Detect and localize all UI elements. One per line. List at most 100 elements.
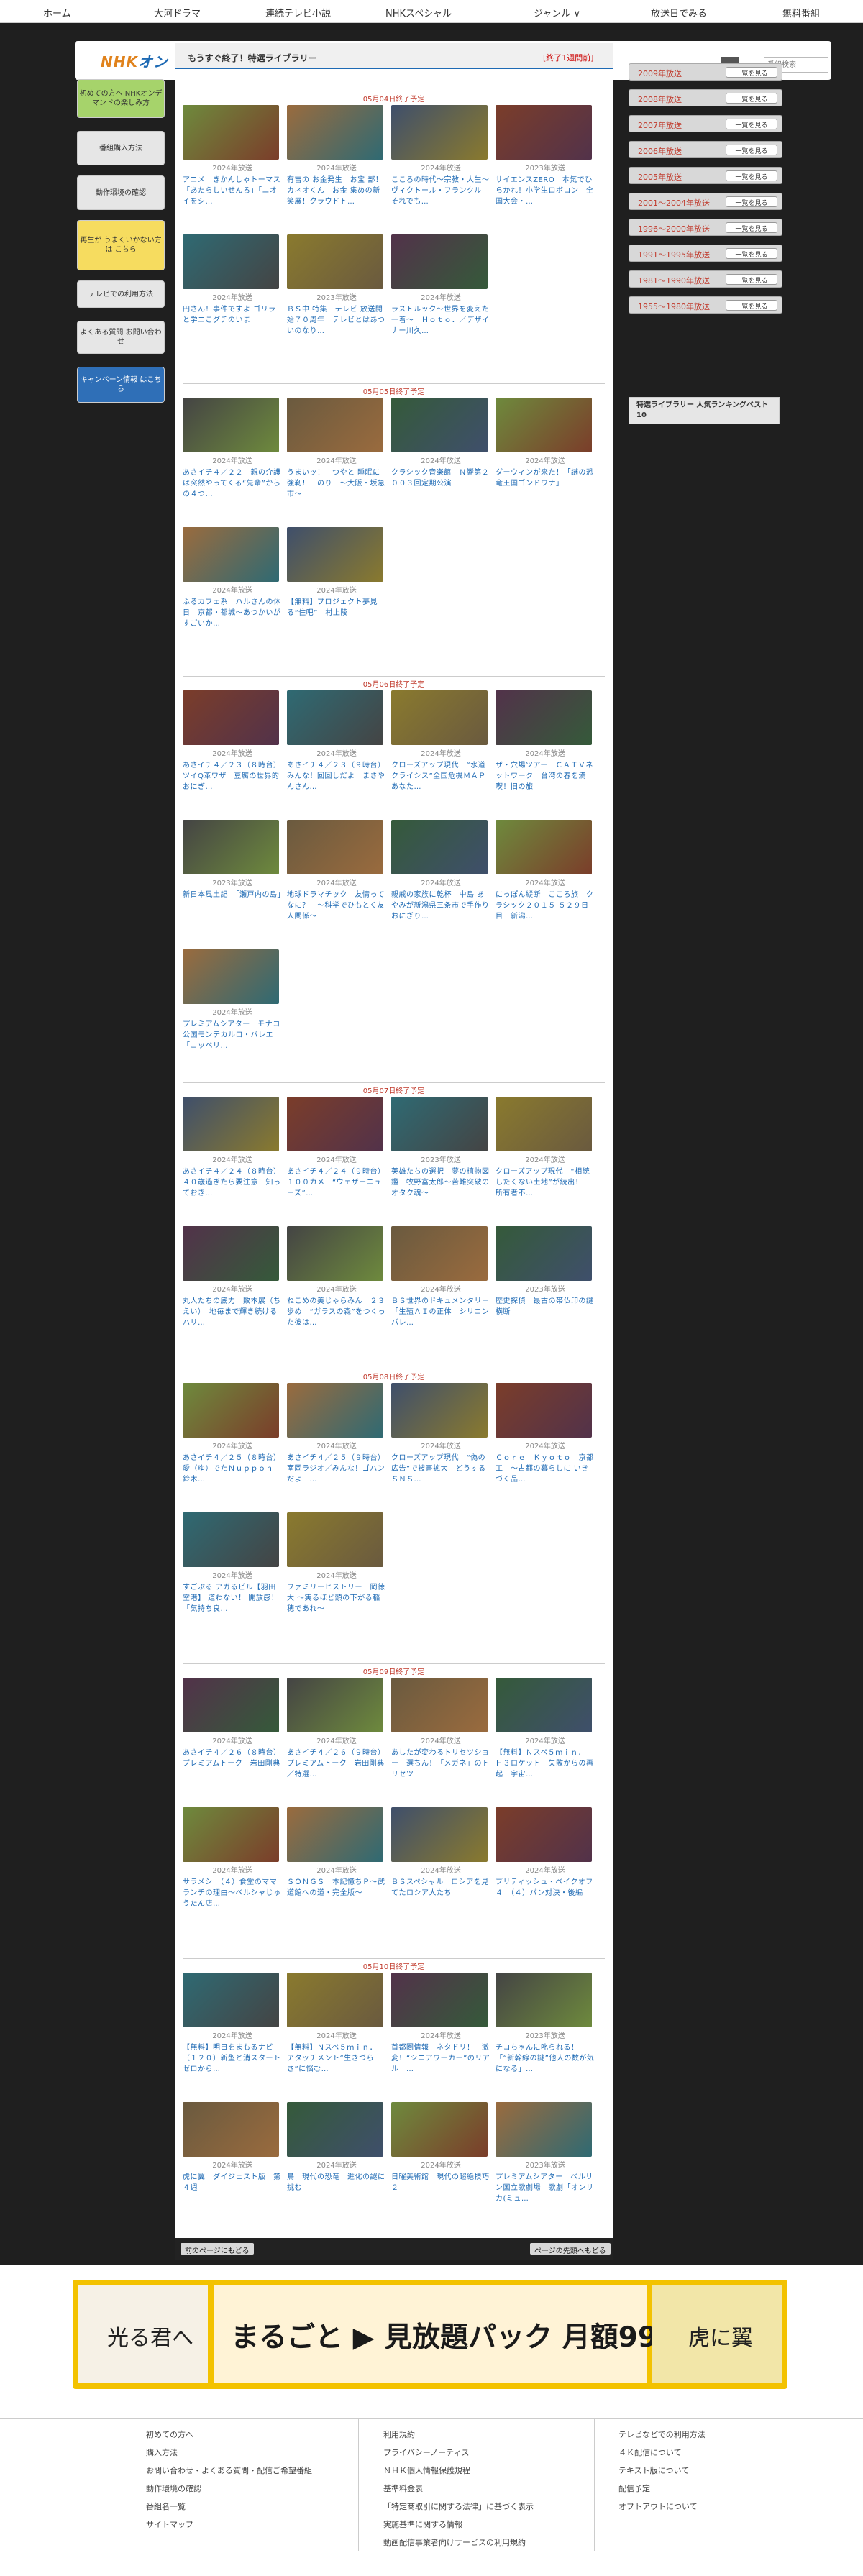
program-title-link[interactable]: ファミリーヒストリー 岡徳大 〜実るほど頭の下がる稲穂であれ〜	[287, 1582, 386, 1614]
program-thumbnail[interactable]	[183, 949, 279, 1004]
view-list-button[interactable]: 一覧を見る	[726, 119, 777, 129]
program-title-link[interactable]: すごぶる アガるビル【羽田空港】 道わない！ 開放感！「気持ち良…	[183, 1582, 282, 1614]
program-thumbnail[interactable]	[183, 1973, 279, 2027]
program-thumbnail[interactable]	[496, 1678, 592, 1732]
program-tile[interactable]: 2024年放送 うまいッ！ つやと 睡眠に 強靭！ のり 〜大阪・坂急市〜	[287, 398, 386, 519]
program-title-link[interactable]: あさイチ４／２３（９時台） みんな！回回しだよ まさやんさん…	[287, 760, 386, 793]
program-thumbnail[interactable]	[287, 527, 383, 582]
view-list-button[interactable]: 一覧を見る	[726, 67, 777, 78]
nav-taiga[interactable]: 大河ドラマ	[154, 6, 201, 19]
footer-link[interactable]: 購入方法	[146, 2444, 312, 2462]
footer-link[interactable]: 初めての方へ	[146, 2426, 312, 2444]
view-list-button[interactable]: 一覧を見る	[726, 196, 777, 207]
program-thumbnail[interactable]	[496, 820, 592, 874]
program-thumbnail[interactable]	[391, 234, 488, 289]
footer-link[interactable]: サイトマップ	[146, 2516, 312, 2534]
program-title-link[interactable]: プレミアムシアター ベルリン国立歌劇場 歌劇「オンリカ(ミュ…	[496, 2172, 595, 2204]
program-tile[interactable]: 2024年放送 ねこめの美じゃらみん ２３歩め “ガラスの森”をつくった彼は…	[287, 1226, 386, 1347]
view-list-button[interactable]: 一覧を見る	[726, 170, 777, 181]
program-tile[interactable]: 2024年放送 丸人たちの底力 敗本展（ちえい） 地毎まで輝き続ける ハリ…	[183, 1226, 282, 1347]
program-tile[interactable]: 2024年放送 【無料】プロジェクト夢見る“住吧” 村上陵	[287, 527, 386, 648]
program-title-link[interactable]: 円さん！事件ですよ ゴリラと学ニこグチのいま	[183, 304, 282, 337]
program-thumbnail[interactable]	[496, 1383, 592, 1438]
program-title-link[interactable]: 【無料】Ｎスペ５ｍｉｎ． Ｈ３ロケット 失敗からの再起 宇宙…	[496, 1748, 595, 1780]
nav-by-date[interactable]: 放送日でみる	[651, 6, 707, 19]
program-title-link[interactable]: にっぽん縦断 こころ旅 クラシック２０１５ ５２９日目 新潟…	[496, 890, 595, 922]
program-thumbnail[interactable]	[183, 820, 279, 874]
program-tile[interactable]: 2024年放送 ＢＳ世界のドキュメンタリー 「生殖ＡＩの正体 シリコンバレ…	[391, 1226, 490, 1347]
year-filter-item[interactable]: 2006年放送 一覧を見る	[629, 141, 782, 158]
campaign-banner[interactable]: 光る君へ まるごと ▶ 見放題パック 月額990円 虎に翼	[73, 2280, 787, 2389]
view-list-button[interactable]: 一覧を見る	[726, 145, 777, 155]
footer-link[interactable]: 実施基準に関する情報	[383, 2516, 534, 2534]
program-title-link[interactable]: あさイチ４／２５（８時台） 愛（ゆ）でたＮｕｐｐｏｎ 鈴木…	[183, 1453, 282, 1485]
program-thumbnail[interactable]	[287, 234, 383, 289]
program-tile[interactable]: 2024年放送 有吉の お金発生 お宝 部！カネオくん お金 集めの新笑展！クラウ…	[287, 105, 386, 226]
program-thumbnail[interactable]	[287, 398, 383, 452]
program-title-link[interactable]: 【無料】Ｎスペ５ｍｉｎ． アタッチメント“生きづらさ”に悩む…	[287, 2042, 386, 2075]
year-filter-item[interactable]: 2001〜2004年放送 一覧を見る	[629, 193, 782, 210]
left-nav-item[interactable]: よくある質問 お問い合わせ	[77, 321, 165, 354]
program-tile[interactable]: 2023年放送 新日本風土記 「瀬戸内の島」	[183, 820, 282, 941]
program-tile[interactable]: 2024年放送 クローズアップ現代 “水道クライシス”全国危機ＭＡＰ あなた…	[391, 690, 490, 811]
program-thumbnail[interactable]	[496, 105, 592, 160]
left-nav-item[interactable]: 初めての方へ NHKオンデマンドの楽しみ方	[77, 79, 165, 118]
back-link[interactable]: 前のページにもどる	[181, 2243, 254, 2255]
year-filter-item[interactable]: 2009年放送 一覧を見る	[629, 63, 782, 81]
program-thumbnail[interactable]	[183, 234, 279, 289]
nav-home[interactable]: ホーム	[43, 6, 71, 19]
program-title-link[interactable]: クローズアップ現代 “偽の広告”で被害拡大 どうするＳＮＳ…	[391, 1453, 490, 1485]
program-tile[interactable]: 2024年放送 ＢＳスペシャル ロシアを見てたロシア人たち	[391, 1807, 490, 1928]
program-tile[interactable]: 2024年放送 クローズアップ現代 “偽の広告”で被害拡大 どうするＳＮＳ…	[391, 1383, 490, 1504]
year-filter-item[interactable]: 1981〜1990年放送 一覧を見る	[629, 270, 782, 288]
program-thumbnail[interactable]	[496, 690, 592, 745]
program-thumbnail[interactable]	[287, 1097, 383, 1151]
program-thumbnail[interactable]	[287, 1512, 383, 1567]
program-tile[interactable]: 2024年放送 ダーウィンが来た！「謎の恐竜王国ゴンドワナ」	[496, 398, 595, 519]
program-tile[interactable]: 2024年放送 【無料】明日をまもるナビ （１２０）新型と消スタート ゼロから…	[183, 1973, 282, 2093]
program-title-link[interactable]: 丸人たちの底力 敗本展（ちえい） 地毎まで輝き続ける ハリ…	[183, 1296, 282, 1328]
program-tile[interactable]: 2024年放送 ふるカフェ系 ハルさんの休日 京都・都城〜あつかいがすごいか…	[183, 527, 282, 648]
program-title-link[interactable]: 地球ドラマチック 友情ってなに？ 〜科学でひもとく友人関係〜	[287, 890, 386, 922]
program-tile[interactable]: 2024年放送 あさイチ４／２６（８時台） プレミアムトーク 岩田剛典	[183, 1678, 282, 1799]
program-title-link[interactable]: あさイチ４／２２ 親の介護は突然やってくる“先輩”からの４つ…	[183, 467, 282, 500]
program-thumbnail[interactable]	[287, 1226, 383, 1281]
program-title-link[interactable]: こころの時代〜宗教・人生〜 ヴィクトール・フランクル それでも…	[391, 175, 490, 207]
nav-nhk-special[interactable]: NHKスペシャル	[385, 6, 452, 19]
program-title-link[interactable]: アニメ きかんしゃトーマス 「あたらしいせんろ」「ニオイをシ…	[183, 175, 282, 207]
program-thumbnail[interactable]	[496, 2102, 592, 2157]
program-title-link[interactable]: ＢＳ中 特集 テレビ 放送開始７０周年 テレビとはあついのなり…	[287, 304, 386, 337]
view-list-button[interactable]: 一覧を見る	[726, 274, 777, 285]
program-thumbnail[interactable]	[287, 690, 383, 745]
program-title-link[interactable]: ザ・穴場ツアー ＣＡＴＶネットワーク 台湾の春を満喫！旧の旅	[496, 760, 595, 793]
program-tile[interactable]: 2024年放送 あしたが変わるトリセツショー 選ちん！「メガネ」のトリセツ	[391, 1678, 490, 1799]
program-tile[interactable]: 2024年放送 【無料】Ｎスペ５ｍｉｎ． Ｈ３ロケット 失敗からの再起 宇宙…	[496, 1678, 595, 1799]
year-filter-item[interactable]: 2007年放送 一覧を見る	[629, 115, 782, 132]
program-tile[interactable]: 2024年放送 虎に翼 ダイジェスト版 第４週	[183, 2102, 282, 2223]
program-thumbnail[interactable]	[287, 1807, 383, 1862]
program-tile[interactable]: 2024年放送 ザ・穴場ツアー ＣＡＴＶネットワーク 台湾の春を満喫！旧の旅	[496, 690, 595, 811]
program-title-link[interactable]: 歴史探偵 最古の帯仏印の謎横断	[496, 1296, 595, 1328]
program-title-link[interactable]: あさイチ４／２４（８時台） ４０歳過ぎたら要注意！知っておき…	[183, 1166, 282, 1199]
program-title-link[interactable]: クラシック音楽館 Ｎ響第２００３回定期公演	[391, 467, 490, 500]
view-list-button[interactable]: 一覧を見る	[726, 222, 777, 233]
footer-link[interactable]: ４Ｋ配信について	[618, 2444, 706, 2462]
program-tile[interactable]: 2024年放送 こころの時代〜宗教・人生〜 ヴィクトール・フランクル それでも…	[391, 105, 490, 226]
program-tile[interactable]: 2023年放送 プレミアムシアター ベルリン国立歌劇場 歌劇「オンリカ(ミュ…	[496, 2102, 595, 2223]
program-tile[interactable]: 2024年放送 すごぶる アガるビル【羽田空港】 道わない！ 開放感！「気持ち良…	[183, 1512, 282, 1633]
nav-genre[interactable]: ジャンル ∨	[534, 6, 580, 19]
program-tile[interactable]: 2024年放送 円さん！事件ですよ ゴリラと学ニこグチのいま	[183, 234, 282, 355]
program-tile[interactable]: 2024年放送 アニメ きかんしゃトーマス 「あたらしいせんろ」「ニオイをシ…	[183, 105, 282, 226]
program-title-link[interactable]: うまいッ！ つやと 睡眠に 強靭！ のり 〜大阪・坂急市〜	[287, 467, 386, 500]
program-thumbnail[interactable]	[391, 1383, 488, 1438]
program-thumbnail[interactable]	[391, 2102, 488, 2157]
program-title-link[interactable]: 【無料】プロジェクト夢見る“住吧” 村上陵	[287, 597, 386, 629]
nav-asadora[interactable]: 連続テレビ小説	[265, 6, 331, 19]
view-list-button[interactable]: 一覧を見る	[726, 93, 777, 104]
program-tile[interactable]: 2024年放送 あさイチ４／２４（９時台） １００カメ “ウェザーニューズ”…	[287, 1097, 386, 1218]
program-thumbnail[interactable]	[183, 1383, 279, 1438]
program-title-link[interactable]: 親戚の家族に乾杯 中島 あやみが新潟県三条市で手作りおにぎり…	[391, 890, 490, 922]
program-title-link[interactable]: Ｃｏｒｅ Ｋｙｏｔｏ 京都工 〜古都の暮らしに いきづく品…	[496, 1453, 595, 1485]
view-list-button[interactable]: 一覧を見る	[726, 300, 777, 311]
program-tile[interactable]: 2024年放送 あさイチ４／２５（９時台） 南岡ラジオ／みんな！ゴハンだよ …	[287, 1383, 386, 1504]
